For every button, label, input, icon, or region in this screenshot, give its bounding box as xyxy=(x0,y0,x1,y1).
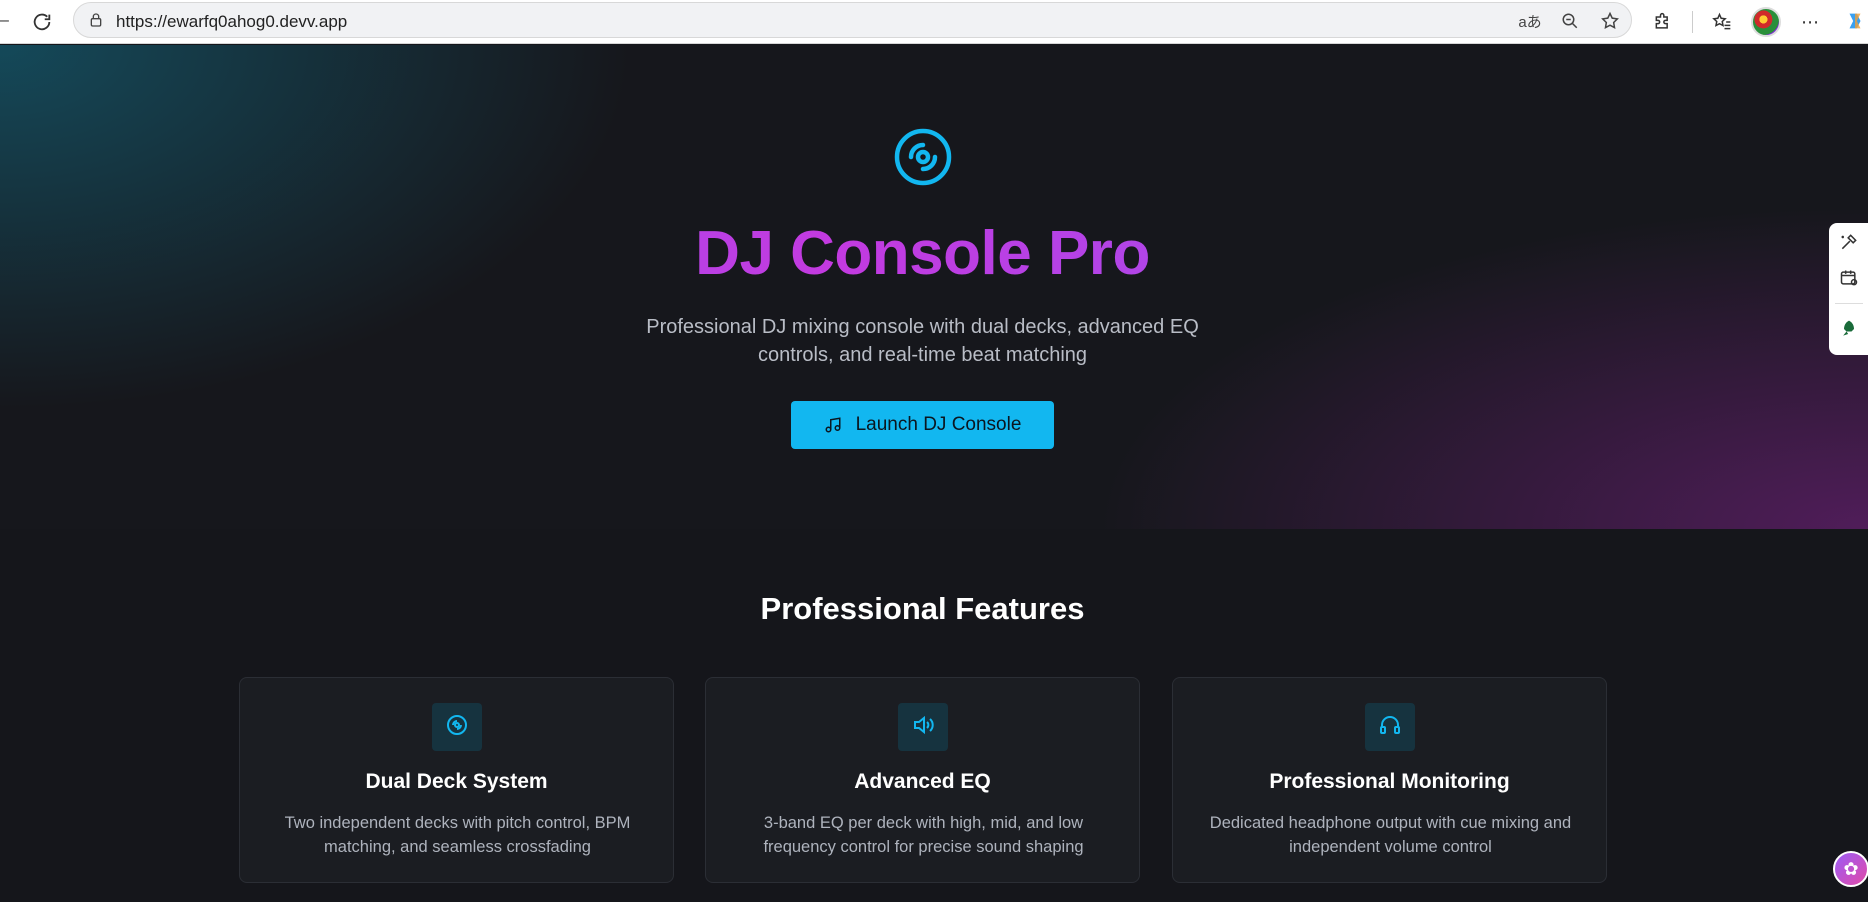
headphones-icon xyxy=(1378,713,1402,742)
card-icon-box xyxy=(898,703,948,751)
zoom-out-icon[interactable] xyxy=(1557,8,1583,34)
hero-subtitle: Professional DJ mixing console with dual… xyxy=(646,316,1199,366)
card-description: Two independent decks with pitch control… xyxy=(284,814,631,856)
address-bar[interactable]: https://ewarfq0ahog0.devv.app aあ xyxy=(73,2,1632,38)
card-title: Dual Deck System xyxy=(365,770,548,793)
feature-card-monitoring: Professional Monitoring Dedicated headph… xyxy=(1172,677,1607,883)
features-heading: Professional Features xyxy=(760,591,1085,626)
browser-side-panel xyxy=(1829,223,1868,355)
extensions-icon[interactable] xyxy=(1648,7,1678,37)
assistant-bubble-icon[interactable]: ✿ xyxy=(1833,851,1868,887)
card-title: Professional Monitoring xyxy=(1269,770,1510,793)
back-icon[interactable]: – xyxy=(0,12,10,32)
page-title: DJ Console Pro xyxy=(0,218,1845,289)
feature-card-advanced-eq: Advanced EQ 3-band EQ per deck with high… xyxy=(705,677,1140,883)
launch-button-label: Launch DJ Console xyxy=(855,414,1022,435)
card-icon-box xyxy=(1365,703,1415,751)
disc-icon xyxy=(893,127,953,187)
side-panel-divider xyxy=(1834,303,1863,304)
card-title: Advanced EQ xyxy=(854,770,991,793)
more-options-icon[interactable]: ⋯ xyxy=(1795,7,1825,37)
profile-avatar[interactable] xyxy=(1751,7,1781,37)
music-note-icon xyxy=(824,416,842,434)
calendar-icon[interactable] xyxy=(1838,267,1860,289)
favorite-star-icon[interactable] xyxy=(1597,8,1623,34)
edit-image-icon[interactable] xyxy=(1838,231,1860,253)
lock-icon[interactable] xyxy=(88,12,106,30)
rocket-icon[interactable] xyxy=(1838,318,1860,340)
card-description: Dedicated headphone output with cue mixi… xyxy=(1209,814,1572,856)
url-text[interactable]: https://ewarfq0ahog0.devv.app xyxy=(116,12,347,32)
reload-icon[interactable] xyxy=(28,8,56,36)
hero-section: DJ Console Pro Professional DJ mixing co… xyxy=(0,45,1868,529)
card-icon-box xyxy=(432,703,482,751)
disc-icon xyxy=(445,713,469,742)
card-description: 3-band EQ per deck with high, mid, and l… xyxy=(763,814,1084,856)
feature-card-dual-deck: Dual Deck System Two independent decks w… xyxy=(239,677,674,883)
read-aloud-icon[interactable]: aあ xyxy=(1517,8,1543,34)
copilot-icon[interactable] xyxy=(1842,4,1868,38)
browser-toolbar: – https://ewarfq0ahog0.devv.app aあ ⋯ xyxy=(0,0,1868,44)
toolbar-divider xyxy=(1692,11,1693,33)
volume-icon xyxy=(911,713,935,742)
launch-dj-console-button[interactable]: Launch DJ Console xyxy=(791,401,1054,449)
favorites-icon[interactable] xyxy=(1707,7,1737,37)
